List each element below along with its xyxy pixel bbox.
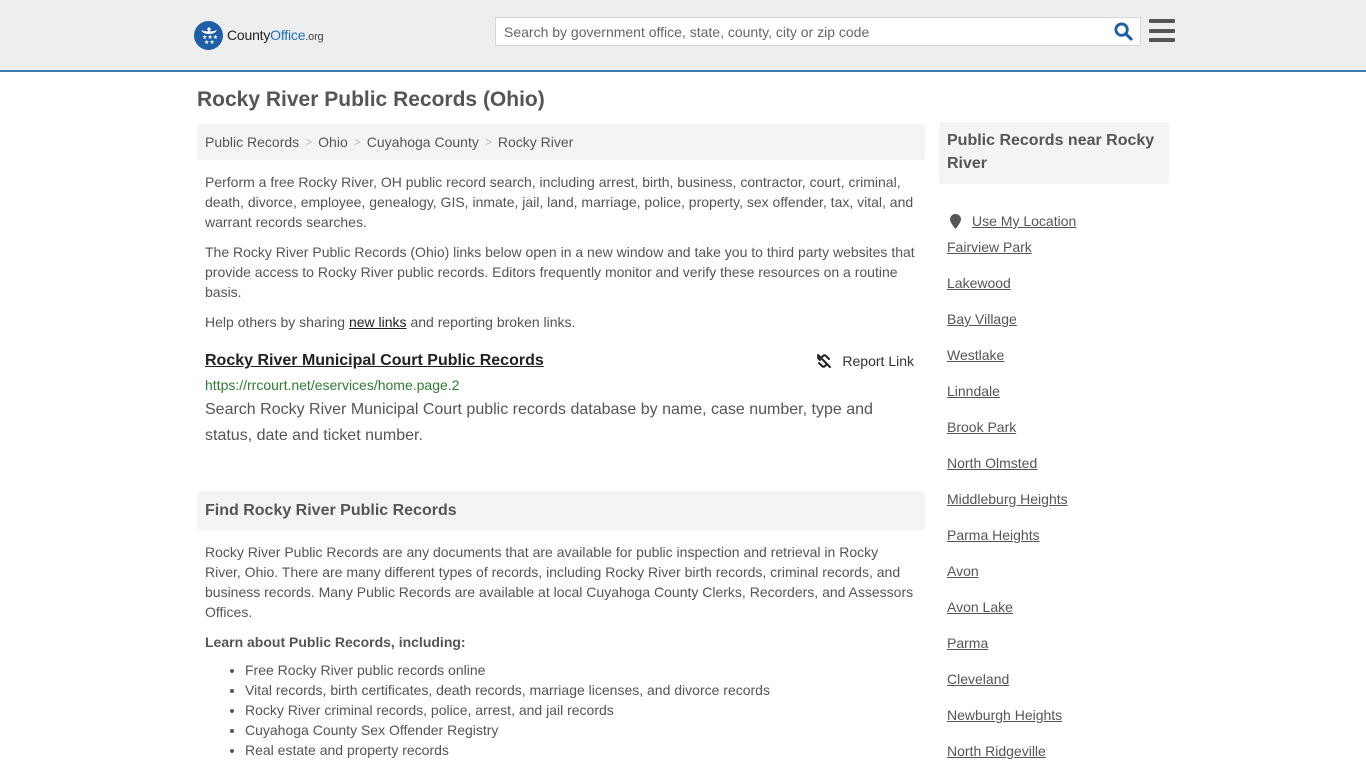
nearby-link-brook-park[interactable]: Brook Park — [947, 419, 1016, 435]
use-my-location-link[interactable]: Use My Location — [972, 213, 1076, 229]
site-logo[interactable]: ★★★ ★★ CountyOffice.org — [194, 20, 324, 50]
nearby-item: Middleburg Heights — [947, 491, 1169, 527]
nearby-link-parma[interactable]: Parma — [947, 635, 988, 651]
find-section-heading: Find Rocky River Public Records — [197, 491, 925, 530]
search-icon — [1113, 22, 1133, 41]
report-link-button[interactable]: Report Link — [816, 353, 914, 369]
broken-link-icon — [817, 354, 832, 368]
logo-name: County — [227, 27, 271, 43]
nearby-link-newburgh-heights[interactable]: Newburgh Heights — [947, 707, 1062, 723]
nearby-link-parma-heights[interactable]: Parma Heights — [947, 527, 1040, 543]
breadcrumb-separator: > — [484, 135, 492, 149]
nearby-item: Parma Heights — [947, 527, 1169, 563]
breadcrumb-separator: > — [353, 135, 361, 149]
nearby-link-bay-village[interactable]: Bay Village — [947, 311, 1017, 327]
learn-list-item: Rocky River criminal records, police, ar… — [245, 700, 925, 720]
nearby-item: North Ridgeville — [947, 743, 1169, 779]
breadcrumb: Public Records > Ohio > Cuyahoga County … — [197, 124, 925, 160]
nearby-link-linndale[interactable]: Linndale — [947, 383, 1000, 399]
nearby-item: Fairview Park — [947, 239, 1169, 275]
report-link-label: Report Link — [842, 353, 914, 369]
nearby-item: Cleveland — [947, 671, 1169, 707]
intro-paragraph: Perform a free Rocky River, OH public re… — [205, 174, 914, 230]
nearby-link-avon-lake[interactable]: Avon Lake — [947, 599, 1013, 615]
hamburger-menu-icon[interactable] — [1149, 19, 1175, 42]
nearby-link-westlake[interactable]: Westlake — [947, 347, 1004, 363]
nearby-sidebar: Public Records near Rocky River Use My L… — [939, 122, 1169, 779]
share-paragraph: Help others by sharing new links and rep… — [205, 312, 917, 332]
nearby-link-lakewood[interactable]: Lakewood — [947, 275, 1011, 291]
breadcrumb-ohio[interactable]: Ohio — [318, 134, 348, 150]
eagle-stars-badge-icon: ★★★ ★★ — [194, 20, 223, 50]
use-my-location-item: Use My Location — [947, 203, 1169, 239]
nearby-item: Linndale — [947, 383, 1169, 419]
nearby-link-fairview-park[interactable]: Fairview Park — [947, 239, 1032, 255]
sidebar-heading: Public Records near Rocky River — [939, 122, 1169, 184]
record-description: Search Rocky River Municipal Court publi… — [205, 401, 873, 444]
nearby-list: Use My Location Fairview Park Lakewood B… — [939, 203, 1169, 779]
record-url: https://rrcourt.net/eservices/home.page.… — [205, 377, 460, 393]
site-header: ★★★ ★★ CountyOffice.org — [0, 0, 1366, 72]
find-section-body: Rocky River Public Records are any docum… — [205, 544, 914, 620]
learn-list-item: Vital records, birth certificates, death… — [245, 680, 925, 700]
menu-bar — [1149, 19, 1175, 23]
menu-bar — [1149, 38, 1175, 42]
nearby-item: Brook Park — [947, 419, 1169, 455]
nearby-link-cleveland[interactable]: Cleveland — [947, 671, 1009, 687]
share-text-after: and reporting broken links. — [406, 314, 576, 330]
breadcrumb-separator: > — [305, 135, 313, 149]
learn-list-item: Free Rocky River public records online — [245, 660, 925, 680]
logo-tld: .org — [305, 31, 324, 43]
learn-list: Free Rocky River public records online V… — [245, 660, 925, 760]
nearby-link-middleburg-heights[interactable]: Middleburg Heights — [947, 491, 1068, 507]
search-bar — [495, 17, 1141, 46]
logo-name-accent: Office — [270, 27, 306, 43]
nearby-link-north-olmsted[interactable]: North Olmsted — [947, 455, 1037, 471]
nearby-item: Lakewood — [947, 275, 1169, 311]
page-title: Rocky River Public Records (Ohio) — [197, 88, 545, 111]
nearby-item: Bay Village — [947, 311, 1169, 347]
breadcrumb-rocky-river[interactable]: Rocky River — [498, 134, 573, 150]
nearby-item: Westlake — [947, 347, 1169, 383]
menu-bar — [1149, 28, 1175, 33]
nearby-link-avon[interactable]: Avon — [947, 563, 979, 579]
nearby-link-north-ridgeville[interactable]: North Ridgeville — [947, 743, 1046, 759]
nearby-item: Newburgh Heights — [947, 707, 1169, 743]
nearby-item: Avon Lake — [947, 599, 1169, 635]
nearby-item: Parma — [947, 635, 1169, 671]
nearby-item: North Olmsted — [947, 455, 1169, 491]
svg-text:★★: ★★ — [204, 39, 215, 46]
main-content: Public Records > Ohio > Cuyahoga County … — [197, 124, 925, 760]
nearby-item: Avon — [947, 563, 1169, 599]
learn-heading: Learn about Public Records, including: — [205, 634, 466, 650]
search-button[interactable] — [1106, 18, 1140, 45]
learn-list-item: Cuyahoga County Sex Offender Registry — [245, 720, 925, 740]
logo-wordmark: CountyOffice.org — [227, 27, 324, 43]
new-links-link[interactable]: new links — [349, 314, 407, 330]
search-input[interactable] — [496, 18, 1106, 45]
record-listing: Rocky River Municipal Court Public Recor… — [205, 352, 917, 449]
map-pin-icon — [950, 213, 961, 229]
record-title-link[interactable]: Rocky River Municipal Court Public Recor… — [205, 352, 544, 369]
share-text-before: Help others by sharing — [205, 314, 349, 330]
disclaimer-paragraph: The Rocky River Public Records (Ohio) li… — [205, 244, 915, 300]
learn-list-item: Real estate and property records — [245, 740, 925, 760]
breadcrumb-public-records[interactable]: Public Records — [205, 134, 299, 150]
breadcrumb-cuyahoga-county[interactable]: Cuyahoga County — [367, 134, 479, 150]
